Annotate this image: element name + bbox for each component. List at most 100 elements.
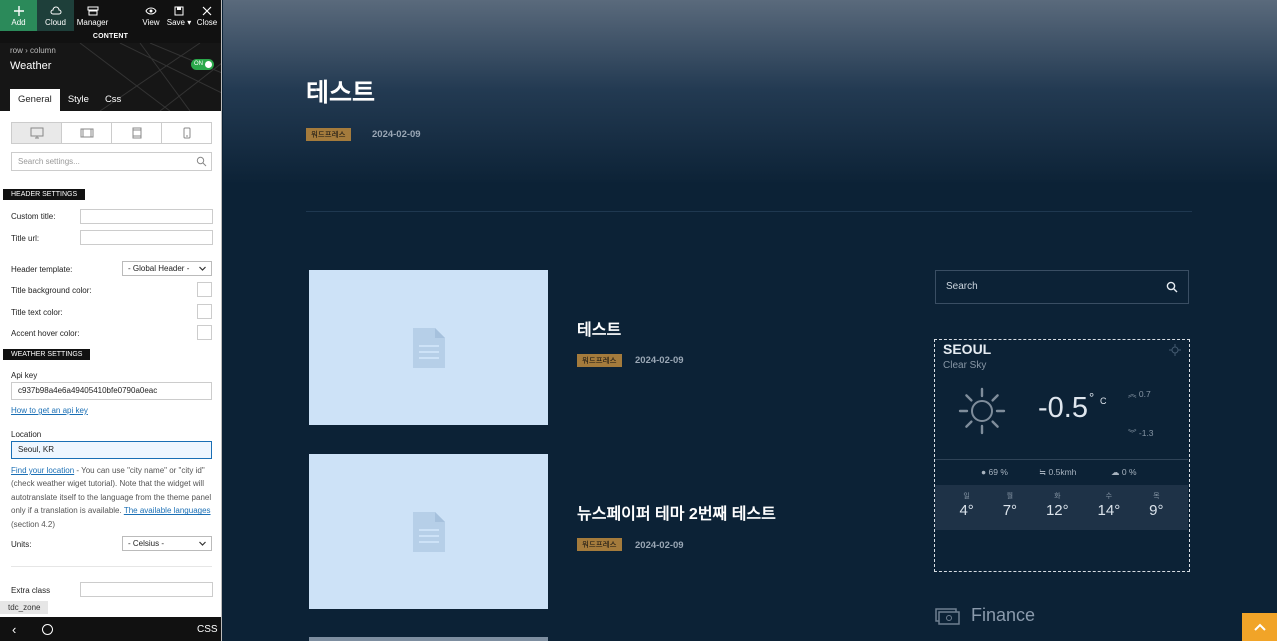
post-title[interactable]: 테스트 bbox=[577, 316, 621, 340]
manager-button[interactable]: Manager bbox=[74, 0, 111, 31]
search-icon bbox=[196, 156, 207, 167]
title-text-color-picker[interactable] bbox=[197, 304, 212, 319]
weather-city: SEOUL bbox=[943, 341, 992, 357]
close-button[interactable]: Close bbox=[193, 0, 221, 31]
back-arrow-icon[interactable]: ‹ bbox=[12, 622, 16, 637]
breadcrumb: row › column bbox=[10, 46, 56, 55]
cloud-icon bbox=[50, 6, 61, 14]
search-settings-input[interactable]: Search settings... bbox=[11, 152, 212, 171]
forecast-temp: 12° bbox=[1045, 502, 1069, 519]
document-icon bbox=[412, 327, 445, 368]
extra-class-input[interactable] bbox=[80, 582, 213, 597]
circle-icon[interactable] bbox=[42, 624, 53, 635]
chevron-down-icon: ︾ bbox=[1128, 428, 1137, 438]
cloud-button[interactable]: Cloud bbox=[37, 0, 74, 31]
category-badge[interactable]: 워드프레스 bbox=[577, 354, 622, 367]
weather-settings-heading: WEATHER SETTINGS bbox=[3, 349, 91, 360]
wind-icon: ≒ bbox=[1039, 467, 1047, 477]
page-preview: 테스트 워드프레스 2024-02-09 테스트 워드프레스 2024-02-0… bbox=[223, 0, 1277, 641]
weather-widget[interactable]: SEOUL Clear Sky -0.5 ° C ︽ 0.7 ︾ -1.3 ● … bbox=[934, 339, 1190, 572]
forecast-day: 수 14° bbox=[1098, 485, 1121, 530]
tab-css[interactable]: Css bbox=[97, 89, 129, 111]
forecast-day: 일 4° bbox=[959, 485, 973, 530]
document-icon bbox=[412, 511, 445, 552]
api-key-help-link[interactable]: How to get an api key bbox=[11, 406, 88, 415]
save-icon bbox=[174, 6, 184, 15]
editor-bottom-bar: ‹ CSS bbox=[0, 617, 221, 641]
tablet-portrait-device-button[interactable] bbox=[112, 123, 162, 143]
zone-tag: tdc_zone bbox=[0, 601, 49, 614]
weather-high: ︽ 0.7 bbox=[1128, 389, 1151, 399]
forecast-day-name: 월 bbox=[1006, 493, 1014, 500]
units-label: Units: bbox=[11, 540, 32, 549]
cloud-label: Cloud bbox=[45, 17, 66, 27]
editor-panel: Add Cloud Manager View Save ▾ Close CONT… bbox=[0, 0, 222, 641]
forecast-temp: 14° bbox=[1097, 502, 1121, 519]
post-thumbnail[interactable] bbox=[309, 637, 548, 641]
search-placeholder: Search bbox=[946, 281, 978, 292]
desktop-device-button[interactable] bbox=[12, 123, 62, 143]
chevron-up-icon: ︽ bbox=[1128, 389, 1137, 399]
post-title[interactable]: 뉴스페이퍼 테마 2번째 테스트 bbox=[577, 500, 776, 524]
tab-style[interactable]: Style bbox=[60, 89, 97, 111]
post-date: 2024-02-09 bbox=[635, 355, 684, 366]
chevron-up-icon bbox=[1253, 623, 1266, 631]
weather-unit: C bbox=[1100, 396, 1107, 406]
settings-tabs: General Style Css bbox=[10, 89, 129, 111]
custom-title-label: Custom title: bbox=[11, 212, 56, 221]
custom-title-input[interactable] bbox=[80, 209, 213, 224]
tablet-landscape-icon bbox=[80, 128, 93, 138]
desktop-icon bbox=[30, 127, 43, 139]
weather-temperature: -0.5 bbox=[1038, 392, 1088, 424]
category-badge[interactable]: 워드프레스 bbox=[306, 128, 351, 141]
plus-icon bbox=[13, 5, 24, 16]
sidebar-search-input[interactable]: Search bbox=[935, 270, 1189, 304]
api-key-input[interactable]: c937b98a4e6a49405410bfe0790a0eac bbox=[11, 382, 212, 400]
title-background-color-picker[interactable] bbox=[197, 282, 212, 297]
view-button[interactable]: View bbox=[137, 0, 165, 31]
location-description-end: (section 4.2) bbox=[11, 519, 56, 529]
title-url-input[interactable] bbox=[80, 230, 213, 245]
element-toggle[interactable]: ON bbox=[191, 59, 214, 70]
weather-forecast: 일 4° 월 7° 화 12° 수 14° 목 9° bbox=[935, 485, 1188, 530]
units-select[interactable]: - Celsius - bbox=[122, 536, 212, 551]
tablet-portrait-icon bbox=[132, 127, 141, 139]
add-button[interactable]: Add bbox=[0, 0, 37, 31]
tablet-landscape-device-button[interactable] bbox=[62, 123, 112, 143]
weather-low: ︾ -1.3 bbox=[1128, 428, 1154, 438]
chevron-down-icon bbox=[199, 266, 206, 271]
extra-class-label: Extra class bbox=[11, 586, 51, 595]
weather-wind: ≒ 0.5kmh bbox=[1039, 467, 1077, 477]
weather-humidity: ● 69 % bbox=[981, 467, 1008, 477]
header-template-label: Header template: bbox=[11, 265, 73, 274]
save-button[interactable]: Save ▾ bbox=[165, 0, 193, 31]
back-to-top-button[interactable] bbox=[1242, 613, 1277, 641]
title-text-color-label: Title text color: bbox=[11, 308, 63, 317]
forecast-day-name: 목 bbox=[1153, 493, 1160, 500]
finance-title: Finance bbox=[971, 605, 1036, 625]
weather-clouds: ☁ 0 % bbox=[1111, 467, 1137, 477]
location-label: Location bbox=[11, 430, 42, 439]
available-languages-link[interactable]: The available languages bbox=[124, 506, 211, 515]
find-location-link[interactable]: Find your location bbox=[11, 466, 74, 475]
accent-hover-color-picker[interactable] bbox=[197, 325, 212, 340]
tab-general[interactable]: General bbox=[10, 89, 60, 111]
phone-device-button[interactable] bbox=[162, 123, 211, 143]
post-thumbnail[interactable] bbox=[309, 454, 548, 609]
drop-icon: ● bbox=[981, 467, 987, 477]
post-date: 2024-02-09 bbox=[372, 129, 421, 140]
location-pin-icon[interactable] bbox=[1169, 344, 1181, 356]
header-template-select[interactable]: - Global Header - bbox=[122, 261, 212, 276]
weather-degree-symbol: ° bbox=[1089, 390, 1095, 405]
post-date: 2024-02-09 bbox=[635, 540, 684, 551]
search-settings-placeholder: Search settings... bbox=[18, 157, 80, 166]
weather-divider bbox=[935, 459, 1188, 460]
location-input[interactable]: Seoul, KR bbox=[11, 441, 212, 459]
forecast-temp: 4° bbox=[959, 502, 974, 519]
category-badge[interactable]: 워드프레스 bbox=[577, 538, 622, 551]
post-thumbnail[interactable] bbox=[309, 270, 548, 425]
forecast-day-name: 화 bbox=[1054, 493, 1061, 500]
css-button[interactable]: CSS bbox=[197, 624, 218, 635]
search-icon[interactable] bbox=[1166, 281, 1178, 293]
title-url-label: Title url: bbox=[11, 234, 40, 243]
